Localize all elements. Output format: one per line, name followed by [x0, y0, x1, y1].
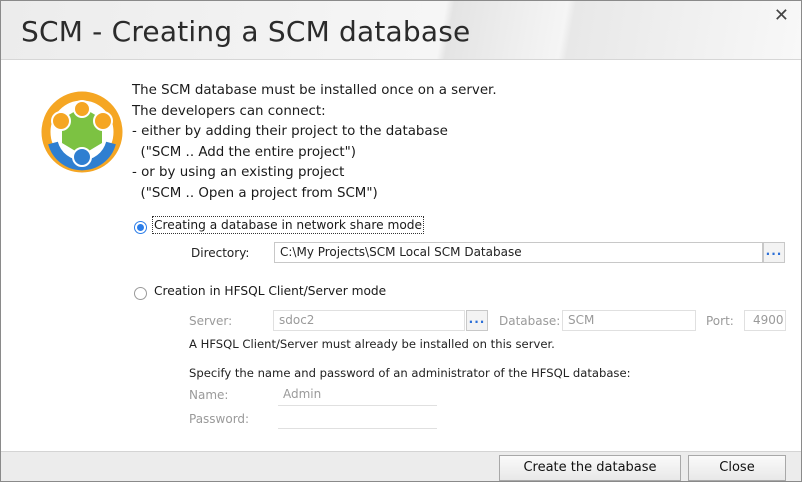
close-icon[interactable]: ✕ [774, 5, 789, 26]
port-label: Port: [706, 314, 734, 328]
option-hfsql-label[interactable]: Creation in HFSQL Client/Server mode [154, 284, 386, 298]
directory-input[interactable]: C:\My Projects\SCM Local SCM Database [274, 242, 763, 263]
dialog-header: SCM - Creating a SCM database ✕ [1, 1, 801, 60]
directory-browse-button[interactable]: ... [763, 242, 785, 263]
intro-text: The SCM database must be installed once … [132, 83, 497, 201]
server-browse-button[interactable]: ... [466, 310, 488, 331]
button-bar [1, 451, 801, 481]
name-input[interactable]: Admin [278, 385, 437, 406]
server-label: Server: [189, 314, 233, 328]
radio-network-share[interactable] [134, 221, 147, 234]
database-input[interactable]: SCM [562, 310, 696, 331]
option-network-label[interactable]: Creating a database in network share mod… [151, 216, 425, 234]
name-label: Name: [189, 388, 229, 402]
server-input[interactable]: sdoc2 [273, 310, 465, 331]
password-label: Password: [189, 412, 250, 426]
password-input[interactable] [278, 408, 437, 429]
admin-credentials-note: Specify the name and password of an admi… [189, 366, 631, 380]
scm-team-logo-icon [41, 91, 123, 173]
hfsql-install-note: A HFSQL Client/Server must already be in… [189, 337, 555, 351]
radio-hfsql-cs[interactable] [134, 287, 147, 300]
scm-dialog: SCM - Creating a SCM database ✕ The SCM … [0, 0, 802, 482]
dialog-title: SCM - Creating a SCM database [21, 15, 471, 48]
create-database-button[interactable]: Create the database [499, 455, 681, 481]
close-button[interactable]: Close [688, 455, 786, 481]
directory-label: Directory: [191, 246, 250, 260]
port-input[interactable]: 4900 [744, 310, 786, 331]
database-label: Database: [499, 314, 561, 328]
